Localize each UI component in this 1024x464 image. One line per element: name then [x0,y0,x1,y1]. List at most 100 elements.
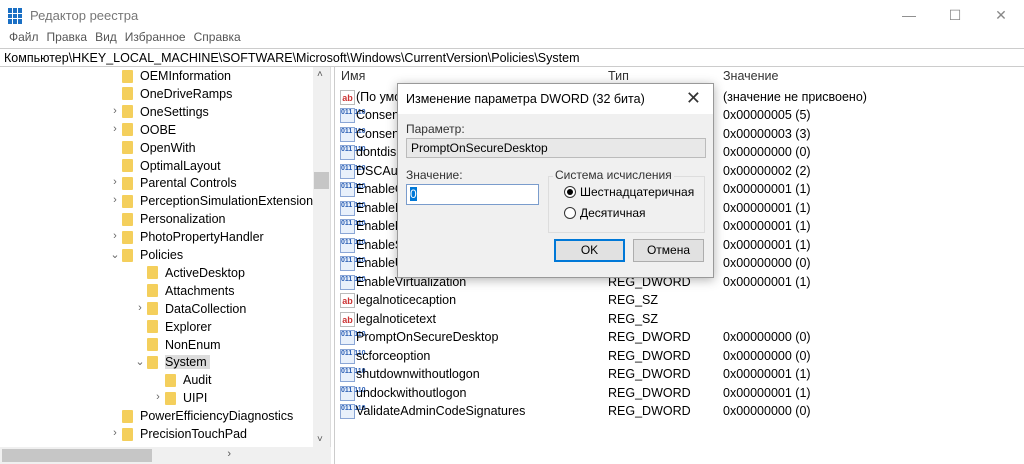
tree-item[interactable]: OOBE [122,121,176,139]
minimize-button[interactable]: — [886,0,932,30]
value-name: shutdownwithoutlogon [356,367,480,382]
expand-icon[interactable]: › [110,427,120,439]
tree-item[interactable]: OEMInformation [122,67,231,85]
expand-icon[interactable]: › [135,302,145,314]
radio-dec[interactable]: Десятичная [564,206,646,220]
value-row[interactable]: 011 110 undockwithoutlogon REG_DWORD 0x0000… [335,384,1024,402]
column-header-value[interactable]: Значение [723,69,778,87]
title-bar: Редактор реестра — ☐ ✕ [0,0,1024,30]
string-value-icon: ab [340,90,355,105]
dword-value-icon: 011 110 [340,108,366,124]
tree-vertical-scrollbar[interactable]: ˄ ˅ [313,67,330,447]
folder-icon [122,123,133,137]
dword-value-icon: 011 110 [340,367,366,383]
tree-item[interactable]: PrecisionTouchPad [122,425,247,443]
folder-icon [122,248,133,262]
tree-item-label: OneDriveRamps [140,86,233,101]
dword-value-icon: 011 110 [340,219,366,235]
folder-icon [122,427,133,441]
folder-icon [122,176,133,190]
tree-item-label: OEMInformation [140,69,232,83]
tree-item-label: Audit [183,373,212,388]
tree-item[interactable]: Policies [122,246,183,264]
tree-item[interactable]: Audit [165,371,212,389]
tree-item[interactable]: Explorer [147,318,212,336]
window-title: Редактор реестра [30,8,139,23]
tree-item[interactable]: PerceptionSimulationExtensions [122,192,319,210]
tree-item[interactable]: Personalization [122,210,225,228]
value-type: REG_SZ [608,293,659,308]
dialog-close-icon[interactable]: ✕ [686,88,701,109]
tree-item[interactable]: OneSettings [122,103,209,121]
expand-icon[interactable]: › [110,194,120,206]
tree-item[interactable]: OptimalLayout [122,157,221,175]
collapse-icon[interactable]: ⌄ [110,248,120,261]
dword-value-icon: 011 110 [340,182,366,198]
close-button[interactable]: ✕ [978,0,1024,30]
expand-icon[interactable]: › [110,105,120,117]
tree-scroll-thumb[interactable] [314,172,329,189]
value-type: REG_DWORD [608,367,691,382]
value-name: legalnoticetext [356,311,436,326]
folder-icon [165,373,176,387]
value-value: 0x00000005 (5) [723,108,811,123]
value-input[interactable]: 0 [406,184,539,205]
expand-icon[interactable]: › [110,123,120,135]
tree-item[interactable]: PowerEfficiencyDiagnostics [122,407,293,425]
maximize-button[interactable]: ☐ [932,0,978,30]
value-row[interactable]: 011 110 shutdownwithoutlogon REG_DWORD 0x00… [335,365,1024,383]
dialog-title: Изменение параметра DWORD (32 бита) [406,92,645,106]
scroll-right-icon[interactable]: › [227,448,231,460]
tree-item-label: OOBE [140,122,177,137]
ok-button[interactable]: OK [554,239,625,262]
folder-icon [147,266,158,280]
menu-favorites[interactable]: Избранное [121,30,190,47]
value-value: 0x00000001 (1) [723,274,811,289]
column-header-name[interactable]: Имя [341,69,365,87]
tree-item-label: NonEnum [165,337,221,352]
folder-icon [147,355,158,369]
value-value: 0x00000000 (0) [723,330,811,345]
param-label: Параметр: [406,122,465,136]
value-row[interactable]: ab legalnoticecaption REG_SZ [335,291,1024,309]
scroll-down-icon[interactable]: ˅ [317,434,323,445]
tree-hscroll-thumb[interactable] [2,449,152,462]
expand-icon[interactable]: › [153,391,163,403]
tree-item[interactable]: UIPI [165,389,207,407]
tree-item[interactable]: ActiveDesktop [147,264,245,282]
value-row[interactable]: ab legalnoticetext REG_SZ [335,310,1024,328]
value-type: REG_SZ [608,311,659,326]
radio-hex[interactable]: Шестнадцатеричная [564,185,694,199]
tree-item[interactable]: PhotoPropertyHandler [122,228,264,246]
scroll-up-icon[interactable]: ˄ [317,69,323,80]
tree-item[interactable]: Attachments [147,282,234,300]
value-name: (По умо [356,90,402,104]
edit-dword-dialog: Изменение параметра DWORD (32 бита) ✕ Па… [397,83,714,278]
dword-value-icon: 011 110 [340,403,366,419]
folder-icon [165,391,176,405]
value-row[interactable]: 011 110 ValidateAdminCodeSignatures REG_DW… [335,402,1024,420]
tree-item[interactable]: Parental Controls [122,174,237,192]
expand-icon[interactable]: › [110,230,120,242]
tree-item[interactable]: OneDriveRamps [122,85,232,103]
dword-value-icon: 011 110 [340,256,366,272]
regedit-icon [8,8,24,24]
folder-icon [122,409,133,423]
cancel-button[interactable]: Отмена [633,239,704,262]
menu-view[interactable]: Вид [91,30,121,47]
tree-item[interactable]: DataCollection [147,300,246,318]
tree-item[interactable]: NonEnum [147,336,221,354]
menu-help[interactable]: Справка [190,30,245,47]
registry-tree: OEMInformation OneDriveRamps OneSettings › O… [0,67,331,447]
value-row[interactable]: 011 110 scforceoption REG_DWORD 0x00000000 … [335,347,1024,365]
value-row[interactable]: 011 110 PromptOnSecureDesktop REG_DWORD 0x0… [335,328,1024,346]
tree-item[interactable]: System [147,353,210,371]
collapse-icon[interactable]: ⌄ [135,355,145,368]
tree-item-label: Policies [140,248,184,262]
expand-icon[interactable]: › [110,176,120,188]
address-bar[interactable]: Компьютер\HKEY_LOCAL_MACHINE\SOFTWARE\Mi… [0,48,1024,67]
tree-item[interactable]: OpenWith [122,139,196,157]
menu-edit[interactable]: Правка [43,30,92,47]
menu-file[interactable]: Файл [5,30,43,47]
value-type: REG_DWORD [608,403,691,418]
